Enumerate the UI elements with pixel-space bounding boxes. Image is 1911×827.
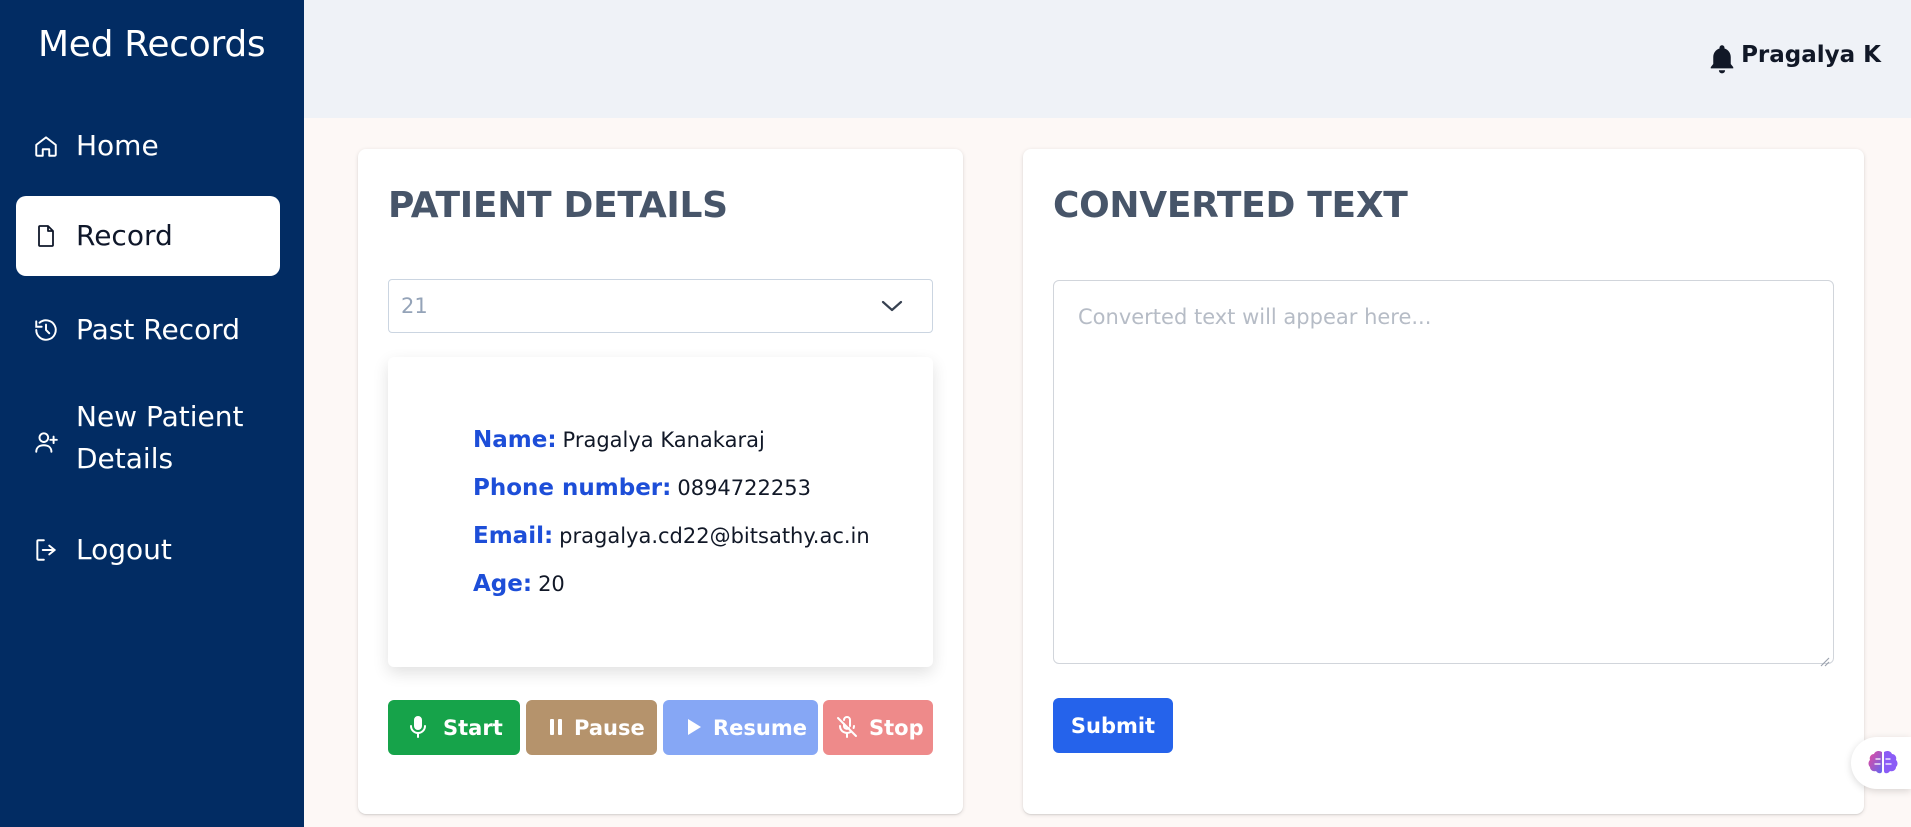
resume-label: Resume [713, 715, 807, 740]
patient-info-box: Name: Pragalya Kanakaraj Phone number: 089… [388, 357, 933, 667]
history-icon [32, 316, 60, 344]
patient-details-title: PATIENT DETAILS [388, 185, 728, 226]
patient-email-row: Email: pragalya.cd22@bitsathy.ac.in [473, 523, 870, 549]
patient-phone-row: Phone number: 0894722253 [473, 475, 811, 501]
sidebar-item-label: Logout [76, 533, 172, 566]
converted-text-card: CONVERTED TEXT Converted text will appea… [1023, 149, 1864, 814]
patient-select[interactable]: 21 [388, 279, 933, 333]
sidebar-item-home[interactable]: Home [16, 120, 280, 172]
patient-name-row: Name: Pragalya Kanakaraj [473, 427, 765, 453]
pause-label: Pause [574, 715, 645, 740]
email-label: Email: [473, 523, 554, 549]
sidebar-item-logout[interactable]: Logout [16, 524, 280, 576]
microphone-icon [406, 715, 430, 739]
email-value: pragalya.cd22@bitsathy.ac.in [559, 524, 870, 548]
resume-button[interactable]: Resume [663, 700, 818, 755]
microphone-off-icon [835, 715, 859, 739]
sidebar-item-label: Record [76, 219, 173, 252]
patient-select-value: 21 [401, 294, 428, 318]
chevron-down-icon [880, 296, 904, 316]
submit-button[interactable]: Submit [1053, 698, 1173, 753]
app-brand: Med Records [38, 24, 266, 65]
stop-label: Stop [869, 715, 924, 740]
sidebar-item-label: New Patient Details [76, 400, 244, 475]
phone-label: Phone number: [473, 475, 672, 501]
resize-handle-icon[interactable] [1818, 648, 1830, 667]
pause-icon [544, 715, 568, 739]
sidebar: Med Records Home Record Past Record New … [0, 0, 304, 827]
sidebar-item-label: Home [76, 129, 159, 162]
sidebar-item-label: Past Record [76, 313, 240, 346]
logout-icon [32, 536, 60, 564]
sidebar-item-new-patient-details[interactable]: New Patient Details [16, 396, 280, 488]
sidebar-item-record[interactable]: Record [16, 196, 280, 276]
patient-details-card: PATIENT DETAILS 21 Name: Pragalya Kanakar… [358, 149, 963, 814]
brain-icon [1868, 750, 1898, 774]
converted-text-title: CONVERTED TEXT [1053, 185, 1408, 226]
play-icon [681, 715, 705, 739]
converted-text-placeholder: Converted text will appear here... [1078, 305, 1432, 329]
user-plus-icon [32, 428, 60, 456]
ai-assistant-button[interactable] [1851, 737, 1911, 789]
name-value: Pragalya Kanakaraj [562, 428, 765, 452]
stop-button[interactable]: Stop [823, 700, 933, 755]
sidebar-item-past-record[interactable]: Past Record [16, 304, 280, 356]
converted-text-area[interactable]: Converted text will appear here... [1053, 280, 1834, 667]
start-button[interactable]: Start [388, 700, 520, 755]
user-name[interactable]: Pragalya K [1741, 42, 1881, 68]
patient-age-row: Age: 20 [473, 571, 565, 597]
bell-icon[interactable] [1707, 42, 1737, 76]
phone-value: 0894722253 [677, 476, 811, 500]
age-value: 20 [538, 572, 565, 596]
file-icon [32, 222, 60, 250]
start-label: Start [443, 715, 503, 740]
home-icon [32, 132, 60, 160]
pause-button[interactable]: Pause [526, 700, 657, 755]
top-header: Pragalya K [304, 0, 1911, 118]
name-label: Name: [473, 427, 557, 453]
age-label: Age: [473, 571, 533, 597]
